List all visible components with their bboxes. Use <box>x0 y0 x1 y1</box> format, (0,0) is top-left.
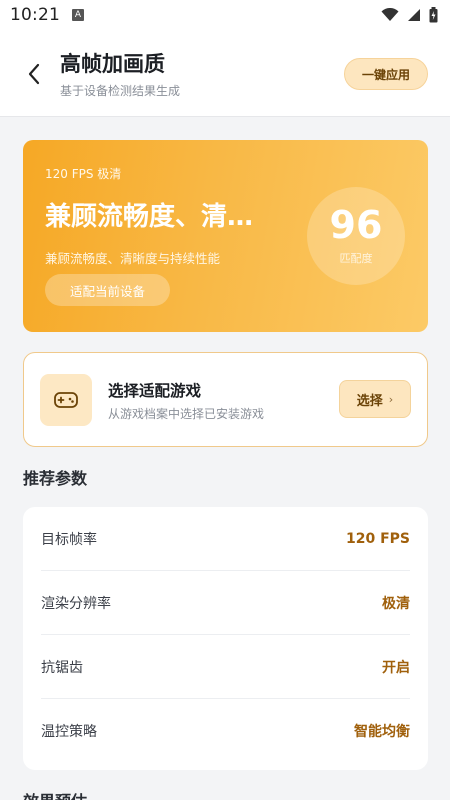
param-label: 目标帧率 <box>41 531 97 548</box>
status-bar: 10:21 A <box>0 0 450 30</box>
back-button[interactable] <box>20 60 48 88</box>
match-score-value: 96 <box>329 203 383 247</box>
select-button-label: 选择 <box>356 393 383 409</box>
param-label: 渲染分辨率 <box>41 595 111 612</box>
profile-hero-card: 120 FPS 极清 兼顾流畅度、清… 兼顾流畅度、清晰度与持续性能 适配当前设… <box>23 140 428 332</box>
page-title: 高帧加画质 <box>60 52 165 76</box>
select-game-button[interactable]: 选择 › <box>339 380 411 418</box>
hero-tag: 120 FPS 极清 <box>45 167 122 181</box>
match-score-circle: 96 匹配度 <box>307 187 405 285</box>
recommended-params-card: 目标帧率 120 FPS 渲染分辨率 极清 抗锯齿 开启 温控策略 智能均衡 <box>23 507 428 770</box>
effect-preview-heading: 效果预估 <box>23 788 87 800</box>
param-value: 120 FPS <box>345 530 410 547</box>
hero-title: 兼顾流畅度、清… <box>45 202 254 232</box>
param-value: 智能均衡 <box>354 724 410 740</box>
select-game-description: 从游戏档案中选择已安装游戏 <box>108 407 265 421</box>
notification-icon: A <box>72 9 84 21</box>
select-game-card[interactable]: 选择适配游戏 从游戏档案中选择已安装游戏 选择 › <box>23 352 428 447</box>
param-value: 极清 <box>382 595 410 612</box>
param-label: 温控策略 <box>41 724 97 740</box>
device-fit-chip[interactable]: 适配当前设备 <box>45 274 170 306</box>
param-label: 抗锯齿 <box>41 659 83 676</box>
param-row-anti-aliasing[interactable]: 抗锯齿 开启 <box>41 635 410 699</box>
param-row-thermal-strategy[interactable]: 温控策略 智能均衡 <box>41 699 410 763</box>
status-time: 10:21 <box>10 5 60 25</box>
gamepad-icon <box>54 392 78 408</box>
page-subtitle: 基于设备检测结果生成 <box>60 84 181 98</box>
hero-description: 兼顾流畅度、清晰度与持续性能 <box>45 251 221 266</box>
param-value: 开启 <box>382 659 410 676</box>
param-row-target-fps[interactable]: 目标帧率 120 FPS <box>41 507 410 571</box>
match-score-label: 匹配度 <box>339 252 373 265</box>
battery-icon <box>429 7 438 23</box>
status-indicators <box>381 7 438 23</box>
signal-icon <box>408 9 420 21</box>
param-row-render-resolution[interactable]: 渲染分辨率 极清 <box>41 571 410 635</box>
back-arrow-icon <box>28 63 40 85</box>
recommended-params-heading: 推荐参数 <box>23 469 88 488</box>
wifi-icon <box>381 8 399 21</box>
game-icon-box <box>40 374 92 426</box>
chevron-right-icon: › <box>388 392 394 406</box>
select-game-title: 选择适配游戏 <box>108 382 202 400</box>
one-click-apply-button[interactable]: 一键应用 <box>344 58 428 90</box>
app-header: 高帧加画质 基于设备检测结果生成 一键应用 <box>0 30 450 117</box>
